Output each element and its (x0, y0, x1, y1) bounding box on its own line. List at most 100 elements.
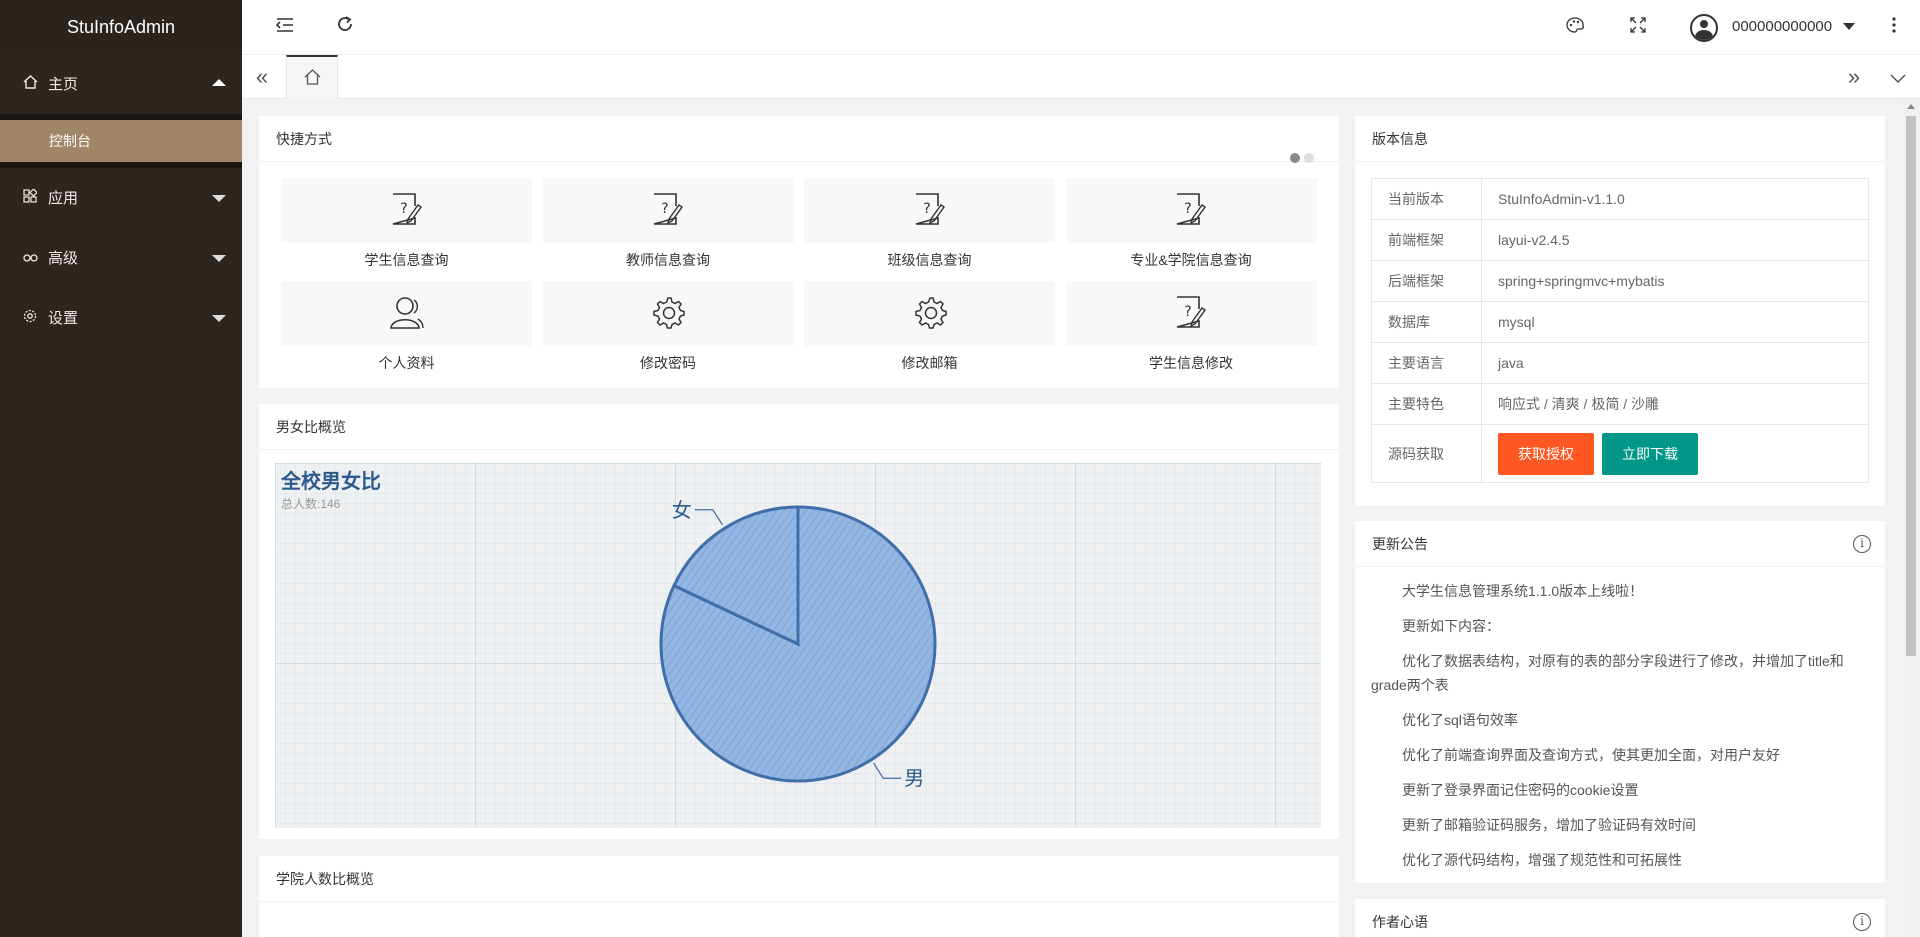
scrollbar-thumb[interactable] (1906, 116, 1916, 656)
shortcut-icon-box[interactable]: ? (542, 178, 794, 243)
tab-next-icon[interactable]: » (1834, 55, 1874, 99)
shortcut-icon-box[interactable]: ? (1065, 178, 1317, 243)
shortcut-icon-box[interactable]: ? (281, 178, 532, 243)
scrollbar[interactable] (1902, 100, 1920, 937)
main-content: 快捷方式 ? 学生信息查询? 教师信息查询? 班级信息查询? 专业&学院信息查询 个人资料… (242, 100, 1902, 937)
settings-icon (22, 288, 38, 348)
shortcut-item[interactable]: 修改密码 (542, 281, 794, 373)
query-doc-icon: ? (1175, 295, 1207, 332)
shortcut-item[interactable]: 个人资料 (281, 281, 532, 373)
tab-bar: « » (242, 55, 1920, 99)
table-row: 主要特色 响应式 / 清爽 / 极简 / 沙雕 (1371, 383, 1869, 425)
carousel-dots[interactable] (1286, 135, 1314, 181)
user-icon (389, 295, 424, 332)
version-key: 主要特色 (1371, 383, 1482, 425)
version-value: StuInfoAdmin-v1.1.0 (1481, 178, 1869, 220)
home-icon (304, 69, 320, 85)
theme-icon[interactable] (1562, 14, 1588, 40)
table-row: 前端框架 layui-v2.4.5 (1371, 219, 1869, 261)
username[interactable]: 000000000000 (1732, 18, 1832, 35)
shortcut-icon-box[interactable]: ? (1065, 281, 1317, 346)
notice-body: 大学生信息管理系统1.1.0版本上线啦！ 更新如下内容： 优化了数据表结构，对原有的… (1355, 567, 1885, 878)
card-title: 快捷方式 (259, 116, 1339, 163)
version-key: 数据库 (1371, 301, 1482, 343)
top-header: 000000000000 (242, 0, 1920, 55)
sidebar-item-console[interactable]: 控制台 (0, 120, 242, 162)
shortcut-icon-box[interactable] (804, 281, 1055, 346)
source-label: 源码获取 (1371, 424, 1482, 483)
shortcut-label: 班级信息查询 (887, 252, 972, 268)
info-icon[interactable]: i (1853, 535, 1871, 553)
tab-prev-icon[interactable]: « (242, 55, 282, 99)
gender-pie-chart: 全校男女比 总人数:146 男女 (275, 463, 1321, 828)
more-vertical-icon[interactable] (1881, 14, 1907, 40)
table-row: 当前版本 StuInfoAdmin-v1.1.0 (1371, 178, 1869, 220)
version-value: spring+springmvc+mybatis (1481, 260, 1869, 302)
version-key: 前端框架 (1371, 219, 1482, 261)
sidebar-item-label: 应用 (48, 190, 79, 207)
shortcut-label: 专业&学院信息查询 (1130, 252, 1252, 268)
shortcut-label: 修改邮箱 (901, 355, 958, 371)
version-value: java (1481, 342, 1869, 384)
pie-svg: 男女 (659, 498, 937, 790)
info-icon[interactable]: i (1853, 913, 1871, 931)
table-row: 源码获取 获取授权 立即下载 (1371, 424, 1869, 483)
version-card: 版本信息 当前版本 StuInfoAdmin-v1.1.0 前端框架 layui-v2… (1355, 116, 1885, 506)
pie-label: 男 (904, 766, 924, 790)
pie-label-line (694, 509, 723, 526)
gear-icon (913, 295, 947, 332)
get-license-button[interactable]: 获取授权 (1498, 432, 1594, 475)
shortcut-item[interactable]: 修改邮箱 (804, 281, 1055, 373)
sidebar: StuInfoAdmin 主页 控制台 应用 高级 设置 (0, 0, 242, 937)
download-button[interactable]: 立即下载 (1602, 432, 1698, 475)
sidebar-item-label: 主页 (48, 76, 79, 93)
fullscreen-icon[interactable] (1625, 14, 1651, 40)
notice-line: 大学生信息管理系统1.1.0版本上线啦！ (1402, 583, 1644, 599)
version-value: mysql (1481, 301, 1869, 343)
chevron-down-icon (212, 195, 226, 202)
notice-line: 优化了数据表结构，对原有的表的部分字段进行了修改，并增加了title和grade… (1371, 653, 1844, 693)
svg-text:?: ? (400, 201, 407, 217)
svg-text:?: ? (1184, 304, 1191, 320)
avatar[interactable] (1690, 14, 1718, 42)
shortcut-item[interactable]: ? 班级信息查询 (804, 178, 1055, 270)
tab-dropdown-icon[interactable] (1878, 55, 1918, 99)
shortcut-item[interactable]: ? 学生信息查询 (281, 178, 532, 270)
card-title: 学院人数比概览 (259, 856, 1339, 902)
shortcut-icon-box[interactable] (542, 281, 794, 346)
chevron-down-icon (212, 255, 226, 262)
shortcut-item[interactable]: ? 学生信息修改 (1065, 281, 1317, 373)
chevron-up-icon (212, 79, 226, 86)
caret-down-icon[interactable] (1843, 23, 1855, 30)
app-icon (22, 168, 38, 228)
sidebar-item-home[interactable]: 主页 (0, 54, 242, 114)
sidebar-item-settings[interactable]: 设置 (0, 288, 242, 348)
shortcut-label: 教师信息查询 (626, 252, 710, 268)
shortcut-icon-box[interactable] (281, 281, 532, 346)
sidebar-item-senior[interactable]: 高级 (0, 228, 242, 288)
home-icon (22, 54, 38, 114)
menu-shrink-icon[interactable] (272, 14, 298, 40)
app-logo[interactable]: StuInfoAdmin (0, 0, 242, 54)
version-value: layui-v2.4.5 (1481, 219, 1869, 261)
shortcut-icon-box[interactable]: ? (804, 178, 1055, 243)
tab-home[interactable] (286, 55, 338, 99)
notice-line: 更新如下内容： (1402, 618, 1500, 634)
version-key: 当前版本 (1371, 178, 1482, 220)
notice-line: 优化了前端查询界面及查询方式，使其更加全面，对用户友好 (1402, 747, 1780, 763)
scroll-up-icon[interactable] (1907, 104, 1915, 109)
shortcuts-title: 快捷方式 (276, 131, 332, 147)
version-key: 主要语言 (1371, 342, 1482, 384)
pie-label: 女 (672, 498, 692, 522)
sidebar-item-apps[interactable]: 应用 (0, 168, 242, 228)
shortcut-item[interactable]: ? 专业&学院信息查询 (1065, 178, 1317, 270)
author-card: 作者心语 i (1355, 899, 1885, 937)
query-doc-icon: ? (391, 192, 423, 229)
shortcut-item[interactable]: ? 教师信息查询 (542, 178, 794, 270)
refresh-icon[interactable] (332, 14, 358, 40)
version-key: 后端框架 (1371, 260, 1482, 302)
sidebar-item-label: 设置 (48, 310, 79, 327)
table-row: 后端框架 spring+springmvc+mybatis (1371, 260, 1869, 302)
gender-card: 男女比概览 全校男女比 总人数:146 男女 (259, 404, 1339, 839)
sidebar-submenu: 控制台 (0, 114, 242, 168)
